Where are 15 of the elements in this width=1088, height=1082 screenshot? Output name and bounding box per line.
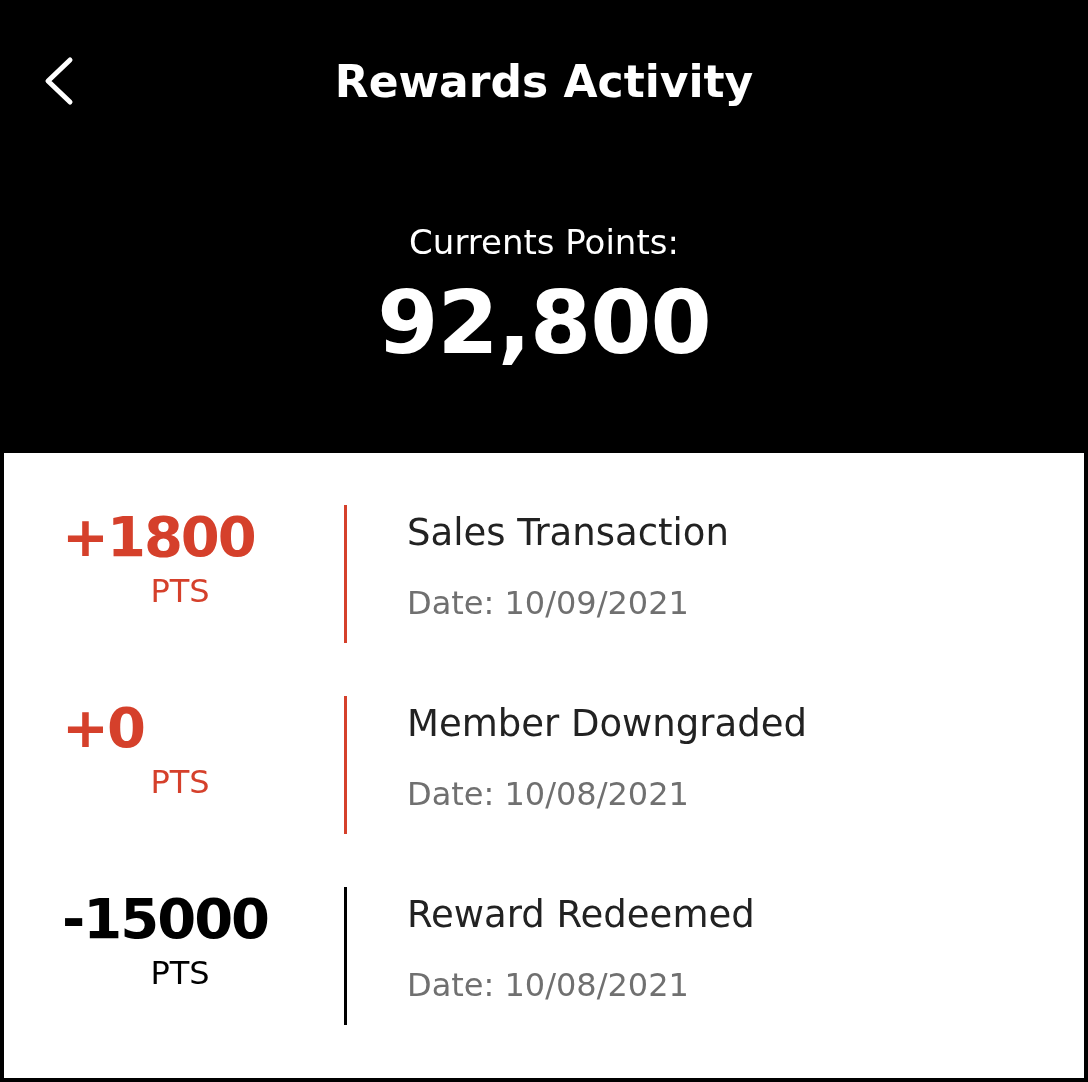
points-amount: +1800	[62, 505, 255, 569]
screen-title: Rewards Activity	[334, 55, 754, 109]
activity-title: Reward Redeemed	[407, 893, 755, 937]
activity-date: Date: 10/08/2021	[407, 774, 690, 814]
points-amount: -15000	[62, 887, 269, 951]
activity-title: Sales Transaction	[407, 511, 729, 555]
points-unit: PTS	[150, 953, 210, 993]
activity-title: Member Downgraded	[407, 702, 807, 746]
points-label: Currents Points:	[409, 221, 679, 263]
activity-date: Date: 10/08/2021	[407, 965, 690, 1005]
points-amount: +0	[62, 696, 144, 760]
points-value: 92,800	[377, 273, 711, 373]
activity-date: Date: 10/09/2021	[407, 583, 690, 623]
points-unit: PTS	[150, 762, 210, 802]
points-unit: PTS	[150, 571, 210, 611]
